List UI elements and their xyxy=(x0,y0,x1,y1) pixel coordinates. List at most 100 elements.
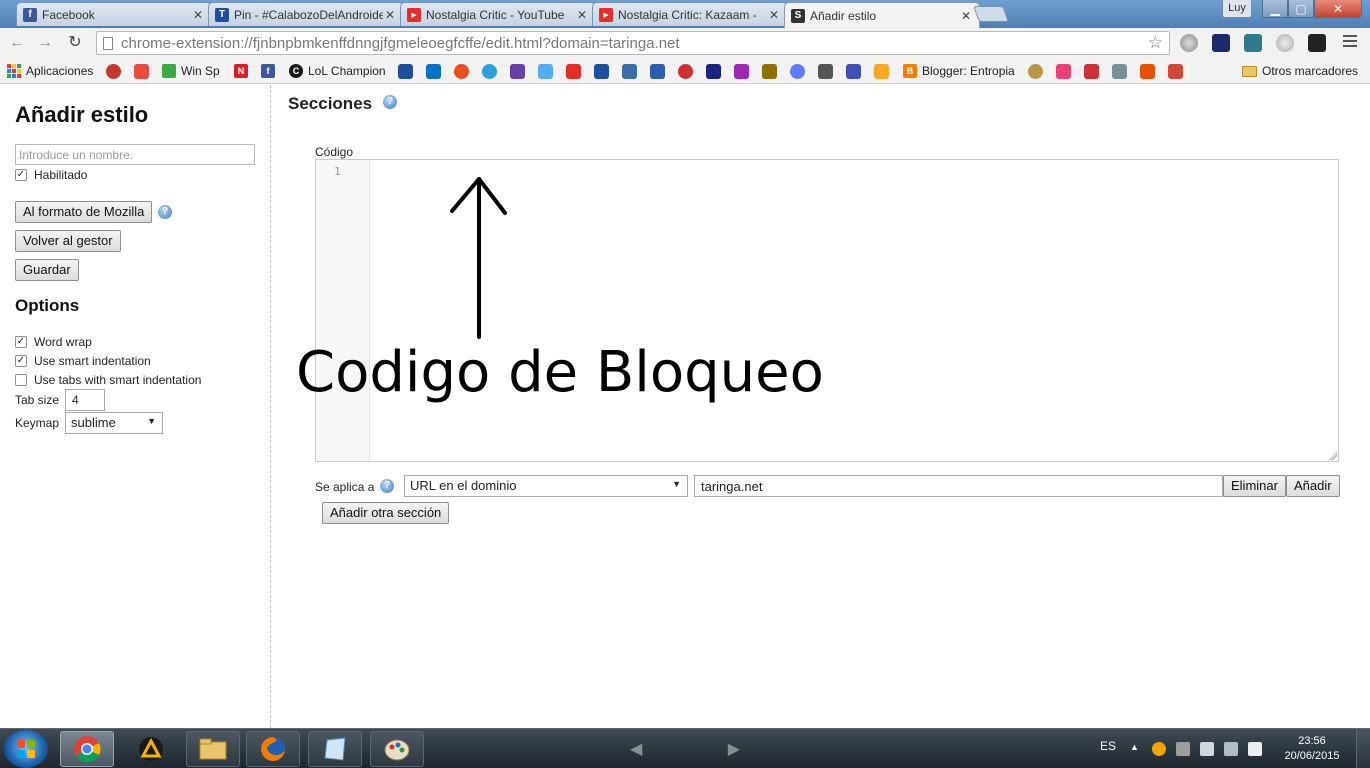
youtube-icon[interactable] xyxy=(566,64,581,79)
bookmark-icon[interactable] xyxy=(650,64,665,79)
style-name-input[interactable] xyxy=(15,144,255,165)
bookmark-icon[interactable] xyxy=(1084,64,1099,79)
bookmark-icon[interactable] xyxy=(818,64,833,79)
bookmark-icon[interactable] xyxy=(1028,64,1043,79)
close-icon[interactable]: ✕ xyxy=(575,8,589,22)
bookmark-icon[interactable] xyxy=(482,64,497,79)
taskbar-firefox[interactable] xyxy=(246,731,300,767)
red-disc-icon[interactable] xyxy=(106,64,121,79)
bookmark-star-icon[interactable]: ☆ xyxy=(1148,33,1163,53)
taskbar-app[interactable] xyxy=(308,731,362,767)
mozilla-format-button[interactable]: Al formato de Mozilla xyxy=(15,201,153,223)
bookmark-netflix[interactable]: N xyxy=(234,62,253,80)
tab-taringa[interactable]: T Pin - #CalabozoDelAndroide ✕ xyxy=(208,2,404,26)
clock[interactable]: 23:56 20/06/2015 xyxy=(1280,734,1344,764)
taskbar-explorer[interactable] xyxy=(186,731,240,767)
tab-facebook[interactable]: f Facebook ✕ xyxy=(16,2,212,26)
keymap-select[interactable]: sublime ▼ xyxy=(65,412,163,434)
tray-expand-icon[interactable]: ▲ xyxy=(1130,742,1140,756)
bookmark-blogger[interactable]: B Blogger: Entropia xyxy=(903,62,1015,80)
extension-icon[interactable] xyxy=(1276,34,1294,52)
bookmark-other-folder[interactable]: Otros marcadores xyxy=(1242,62,1358,80)
bookmark-lol-champion[interactable]: C LoL Champion xyxy=(289,62,386,80)
back-arrow-icon[interactable]: ← xyxy=(6,33,28,53)
red-flower-icon[interactable] xyxy=(134,64,149,79)
bookmark-icon[interactable] xyxy=(874,64,889,79)
save-button[interactable]: Guardar xyxy=(15,259,79,281)
outlook-icon[interactable] xyxy=(426,64,441,79)
word-wrap-option[interactable]: ✓ Word wrap xyxy=(15,335,92,349)
close-icon[interactable]: ✕ xyxy=(767,8,781,22)
stylish-extension-icon[interactable] xyxy=(1308,34,1326,52)
language-indicator[interactable]: ES xyxy=(1100,739,1116,753)
tab-size-input[interactable]: 4 xyxy=(65,389,105,411)
enabled-checkbox[interactable]: ✓ xyxy=(15,169,27,181)
add-button[interactable]: Añadir xyxy=(1286,475,1340,497)
media-controls[interactable]: ◀ ▶ xyxy=(630,737,740,761)
device-icon[interactable] xyxy=(1200,742,1214,756)
previous-icon[interactable]: ◀ xyxy=(630,739,642,759)
help-icon[interactable]: ? xyxy=(380,479,394,493)
applies-to-select[interactable]: URL en el dominio ▼ xyxy=(404,475,688,497)
close-icon[interactable]: ✕ xyxy=(383,8,397,22)
address-bar[interactable]: chrome-extension://fjnbnpbmkenffdnngjfgm… xyxy=(96,31,1170,55)
bookmark-facebook[interactable]: f xyxy=(261,62,280,80)
tabs-smart-indentation-checkbox[interactable] xyxy=(15,374,27,386)
close-icon[interactable]: ✕ xyxy=(191,8,205,22)
smart-indentation-option[interactable]: ✓ Use smart indentation xyxy=(15,354,151,368)
bookmark-icon[interactable] xyxy=(1140,64,1155,79)
minimize-button[interactable]: ▁ xyxy=(1262,0,1288,18)
smart-indentation-checkbox[interactable]: ✓ xyxy=(15,355,27,367)
enabled-checkbox-row[interactable]: ✓ Habilitado xyxy=(15,168,87,182)
window-close-button[interactable]: ✕ xyxy=(1314,0,1362,18)
tray-app-icon[interactable] xyxy=(1152,742,1166,756)
bookmark-icon[interactable] xyxy=(846,64,861,79)
back-to-manager-button[interactable]: Volver al gestor xyxy=(15,230,121,252)
word-wrap-checkbox[interactable]: ✓ xyxy=(15,336,27,348)
extension-icon[interactable] xyxy=(1212,34,1230,52)
taskbar-chrome[interactable] xyxy=(60,731,114,767)
user-profile-button[interactable]: Luy xyxy=(1222,0,1252,18)
show-desktop-button[interactable] xyxy=(1356,729,1370,768)
resize-handle-icon[interactable] xyxy=(1329,452,1337,460)
twitch-icon[interactable] xyxy=(510,64,525,79)
menu-icon[interactable] xyxy=(1343,35,1357,50)
bookmark-icon[interactable] xyxy=(1056,64,1071,79)
new-tab-button[interactable] xyxy=(973,6,1009,22)
bookmark-icon[interactable] xyxy=(706,64,721,79)
taskbar-paint[interactable] xyxy=(370,731,424,767)
next-icon[interactable]: ▶ xyxy=(728,739,740,759)
extension-icon[interactable] xyxy=(1244,34,1262,52)
bookmark-icon[interactable] xyxy=(454,64,469,79)
start-button[interactable] xyxy=(4,730,48,768)
taskbar-app[interactable] xyxy=(124,731,178,767)
help-icon[interactable]: ? xyxy=(158,205,172,219)
taringa-icon[interactable] xyxy=(398,64,413,79)
maximize-button[interactable]: ▢ xyxy=(1288,0,1314,18)
tabs-smart-indentation-option[interactable]: Use tabs with smart indentation xyxy=(15,373,201,387)
gmail-icon[interactable] xyxy=(1168,64,1183,79)
bookmark-icon[interactable] xyxy=(622,64,637,79)
bookmark-apps[interactable]: Aplicaciones xyxy=(7,62,93,80)
volume-icon[interactable] xyxy=(1248,742,1262,756)
tab-kazaam[interactable]: ▶ Nostalgia Critic: Kazaam - ✕ xyxy=(592,2,788,26)
reload-icon[interactable]: ↻ xyxy=(64,33,86,53)
close-icon[interactable]: ✕ xyxy=(959,9,973,23)
tab-add-style[interactable]: S Añadir estilo ✕ xyxy=(784,2,980,28)
add-section-button[interactable]: Añadir otra sección xyxy=(322,502,450,524)
bookmark-icon[interactable] xyxy=(734,64,749,79)
help-icon[interactable]: ? xyxy=(383,95,397,109)
forward-arrow-icon[interactable]: → xyxy=(34,33,56,53)
bookmark-icon[interactable] xyxy=(678,64,693,79)
tab-youtube[interactable]: ▶ Nostalgia Critic - YouTube ✕ xyxy=(400,2,596,26)
bookmark-icon[interactable] xyxy=(762,64,777,79)
action-center-icon[interactable] xyxy=(1176,742,1190,756)
twitter-icon[interactable] xyxy=(538,64,553,79)
bookmark-icon[interactable] xyxy=(594,64,609,79)
extension-icon[interactable] xyxy=(1180,34,1198,52)
network-icon[interactable] xyxy=(1224,742,1238,756)
bookmark-win-sp[interactable]: Win Sp xyxy=(162,62,220,80)
domain-input[interactable]: taringa.net xyxy=(694,475,1223,497)
bookmark-icon[interactable] xyxy=(1112,64,1127,79)
bookmark-icon[interactable] xyxy=(790,64,805,79)
